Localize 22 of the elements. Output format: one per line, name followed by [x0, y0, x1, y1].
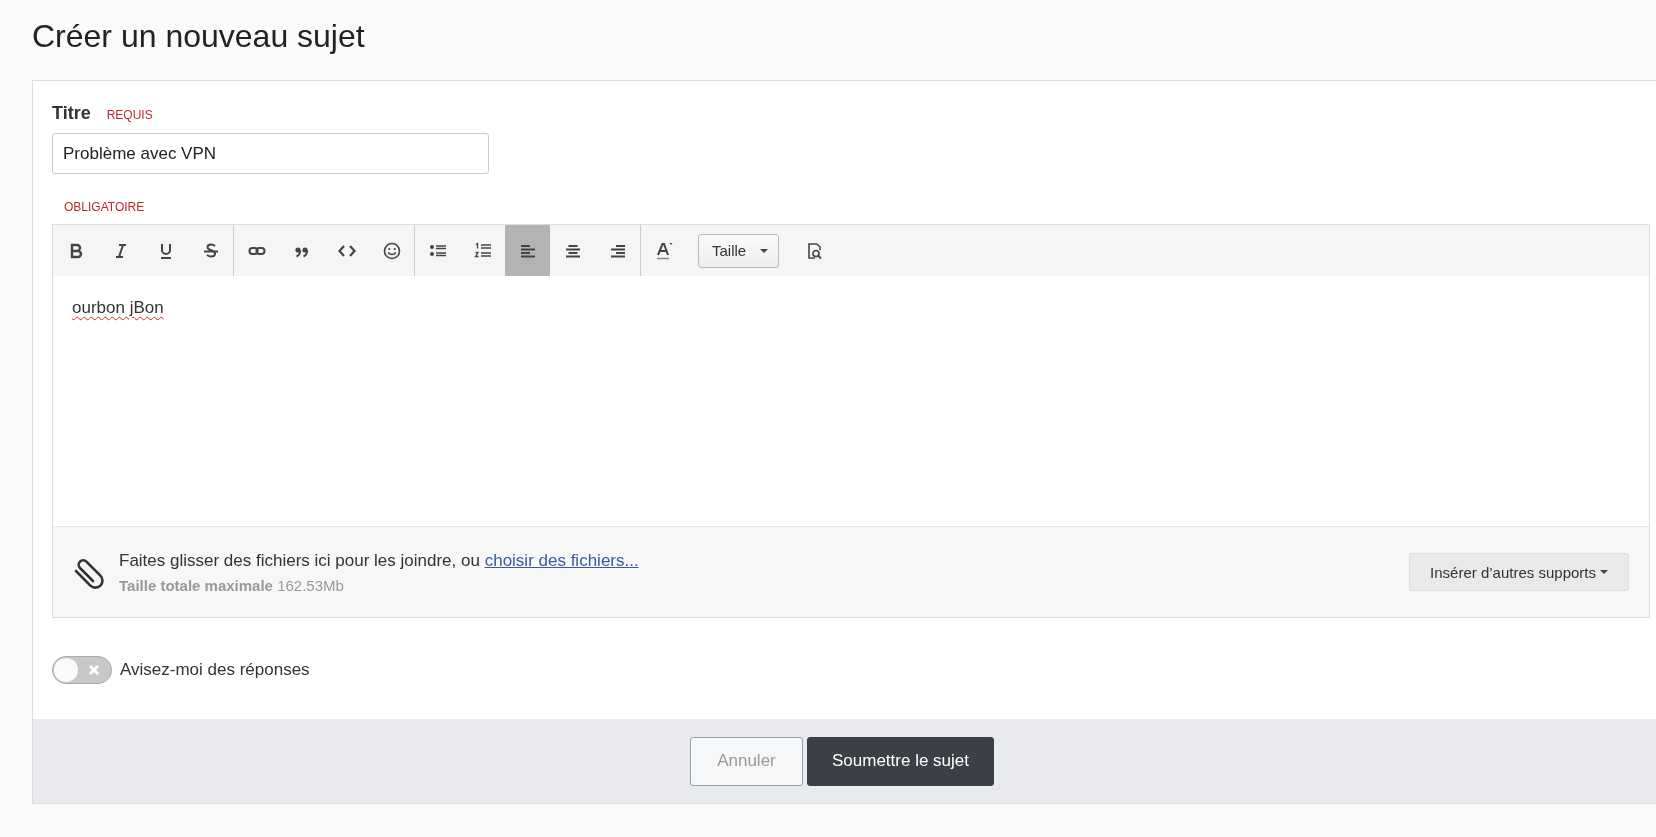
size-limit: Taille totale maximale 162.53Mb	[119, 576, 345, 594]
caret-icon	[760, 248, 769, 253]
text-color-icon	[654, 241, 673, 260]
close-icon	[88, 664, 100, 676]
attachment-hint: Faites glisser des fichiers ici pour les joindre, ou choisir des fichiers...	[119, 550, 640, 571]
size-dropdown[interactable]: Taille	[698, 233, 780, 268]
editor-text[interactable]: ourbon jBon	[72, 298, 164, 317]
required-note: OBLIGATOIRE	[64, 200, 146, 214]
notify-label: Avisez-moi des réponses	[120, 660, 310, 680]
field-label: Titre	[52, 103, 91, 124]
insert-media-button[interactable]: Insérer d’autres supports	[1409, 553, 1629, 591]
toolbar-button[interactable]	[505, 225, 550, 276]
page-title: Créer un nouveau sujet	[31, 17, 366, 56]
caret-icon	[1600, 570, 1608, 574]
numbered-list-icon	[473, 241, 492, 260]
title-field[interactable]: Problème avec VPN	[52, 133, 489, 174]
strikethrough-icon	[201, 241, 220, 260]
submit-button[interactable]: Soumettre le sujet	[807, 736, 994, 786]
smiley-icon	[382, 241, 401, 260]
choose-files-link[interactable]: choisir des fichiers...	[484, 550, 639, 570]
notify-toggle[interactable]	[52, 656, 112, 684]
required-note: REQUIS	[106, 108, 153, 122]
